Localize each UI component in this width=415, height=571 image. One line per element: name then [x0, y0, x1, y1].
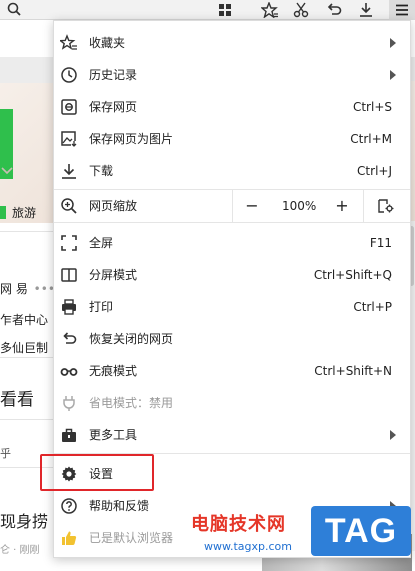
zoom-settings-icon[interactable] — [377, 198, 395, 214]
menu-separator — [54, 222, 410, 223]
chevron-down-icon — [1, 167, 13, 175]
help-icon — [61, 498, 77, 514]
menu-item-save-as-image[interactable]: 保存网页为图片 Ctrl+M — [54, 123, 410, 155]
shortcut-label: Ctrl+M — [350, 132, 392, 146]
tab-item[interactable]: 乎 — [0, 445, 11, 461]
undo-icon[interactable] — [323, 0, 345, 20]
travel-tag-label: 旅游 — [12, 206, 37, 220]
divider — [0, 231, 55, 232]
divider — [0, 357, 55, 358]
image-save-icon — [61, 131, 77, 147]
menu-item-label: 历史记录 — [89, 68, 138, 82]
thumbs-up-icon — [62, 531, 77, 545]
news-meta: 仑 · 刚刚 — [0, 545, 40, 556]
menu-item-label: 恢复关闭的网页 — [89, 332, 174, 346]
menu-icon — [396, 4, 408, 16]
shortcut-label: F11 — [369, 236, 392, 250]
menu-item-save-page[interactable]: 保存网页 Ctrl+S — [54, 91, 410, 123]
menu-item-label: 省电模式：禁用 — [89, 396, 174, 410]
watermark-site-name: 电脑技术网 — [191, 514, 286, 535]
menu-item-fullscreen[interactable]: 全屏 F11 — [54, 227, 410, 259]
zoom-divider — [363, 190, 364, 222]
star-list-icon — [60, 34, 77, 50]
browser-toolbar — [0, 0, 415, 20]
submenu-arrow-icon — [390, 38, 396, 48]
plug-icon — [63, 396, 75, 411]
cut-icon[interactable] — [290, 0, 312, 20]
split-screen-icon — [61, 268, 77, 282]
menu-item-history[interactable]: 历史记录 — [54, 59, 410, 91]
shortcut-label: Ctrl+Shift+Q — [313, 268, 392, 282]
menu-item-more-tools[interactable]: 更多工具 — [54, 419, 410, 451]
menu-item-restore-closed[interactable]: 恢复关闭的网页 — [54, 323, 410, 355]
menu-item-split-screen[interactable]: 分屏模式 Ctrl+Shift+Q — [54, 259, 410, 291]
menu-item-label: 已是默认浏览器 — [89, 531, 174, 545]
watermark-url: www.tagxp.com — [204, 540, 292, 553]
menu-item-label: 收藏夹 — [89, 36, 126, 50]
menu-item-incognito[interactable]: 无痕模式 Ctrl+Shift+N — [54, 355, 410, 387]
download-icon — [62, 164, 76, 179]
travel-tag[interactable]: 旅游 — [0, 204, 46, 224]
submenu-arrow-icon — [390, 430, 396, 440]
toolbox-icon — [62, 428, 76, 442]
netease-link[interactable]: 网 易 ••• — [0, 280, 55, 297]
article-snippet[interactable]: 多仙巨制 — [0, 339, 53, 356]
clock-icon — [61, 67, 77, 83]
zoom-divider — [232, 190, 233, 222]
travel-tag-marker — [0, 206, 6, 219]
menu-item-power-saving: 省电模式：禁用 — [54, 387, 410, 419]
settings-highlight-box — [40, 454, 154, 491]
search-icon[interactable] — [6, 1, 22, 17]
shortcut-label: Ctrl+Shift+N — [314, 364, 392, 378]
menu-item-favorites[interactable]: 收藏夹 — [54, 27, 410, 59]
menu-item-label: 更多工具 — [89, 428, 138, 442]
menu-item-label: 全屏 — [89, 236, 114, 250]
download-icon[interactable] — [355, 0, 377, 20]
extensions-grid-icon[interactable] — [214, 0, 236, 20]
netease-label: 网 易 — [0, 282, 28, 296]
more-icon[interactable]: ••• — [34, 282, 55, 296]
zoom-icon — [61, 198, 77, 214]
zoom-level: 100% — [282, 199, 317, 213]
shortcut-label: Ctrl+J — [357, 164, 392, 178]
submenu-arrow-icon — [390, 70, 396, 80]
menu-item-label: 网页缩放 — [89, 199, 138, 213]
printer-icon — [62, 299, 76, 315]
menu-item-zoom: 网页缩放 − 100% + — [54, 190, 410, 222]
menu-item-label: 下载 — [89, 164, 114, 178]
menu-item-label: 无痕模式 — [89, 364, 138, 378]
fullscreen-icon — [61, 235, 77, 251]
menu-item-label: 打印 — [89, 300, 114, 314]
zoom-out-button[interactable]: − — [242, 196, 262, 216]
watermark-tag-logo: TAG — [311, 506, 411, 556]
divider — [0, 419, 55, 420]
menu-item-label: 保存网页 — [89, 100, 138, 114]
section-heading: 看看 — [0, 390, 34, 410]
news-headline[interactable]: 现身捞 — [0, 508, 53, 532]
menu-button[interactable] — [389, 0, 415, 20]
menu-item-label: 分屏模式 — [89, 268, 138, 282]
menu-item-print[interactable]: 打印 Ctrl+P — [54, 291, 410, 323]
author-center-link[interactable]: 乍者中心 — [0, 311, 53, 328]
shortcut-label: Ctrl+P — [353, 300, 392, 314]
restore-icon — [63, 332, 77, 344]
menu-item-download[interactable]: 下载 Ctrl+J — [54, 155, 410, 187]
menu-item-label: 帮助和反馈 — [89, 499, 150, 513]
shortcut-label: Ctrl+S — [352, 100, 392, 114]
save-page-icon — [61, 99, 77, 115]
incognito-icon — [60, 368, 78, 376]
menu-item-label: 保存网页为图片 — [89, 132, 174, 146]
zoom-in-button[interactable]: + — [332, 196, 352, 216]
bookmark-star-icon[interactable] — [259, 0, 281, 20]
